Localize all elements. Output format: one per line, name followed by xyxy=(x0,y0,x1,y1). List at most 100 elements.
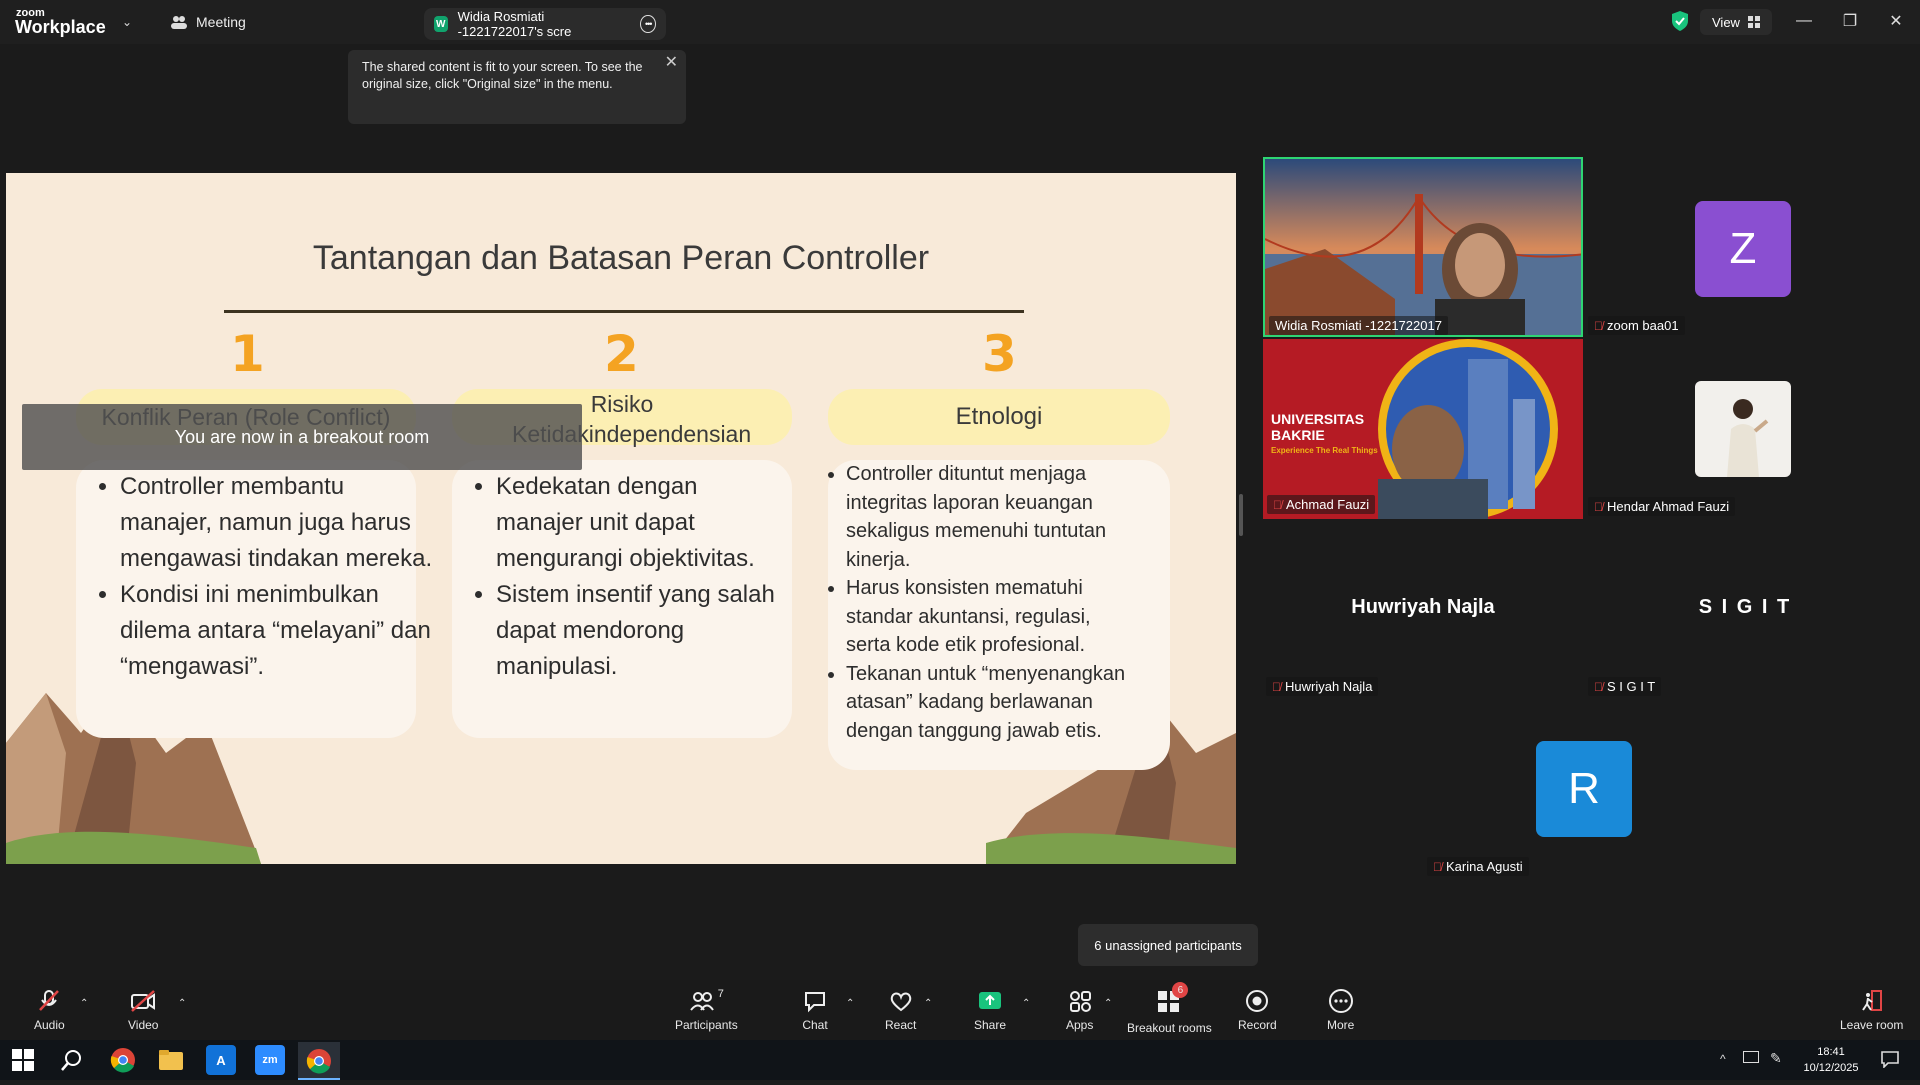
chevron-down-icon[interactable]: ⌄ xyxy=(122,15,132,29)
bullet: Controller dituntut menjaga integritas l… xyxy=(846,460,1128,574)
mic-muted-icon: 🎙̸ xyxy=(1594,499,1603,514)
people-icon xyxy=(171,16,187,29)
file-explorer-icon[interactable] xyxy=(158,1049,184,1071)
participant-name: Huwriyah Najla xyxy=(1285,679,1373,694)
participants-icon xyxy=(689,992,714,1011)
audio-button[interactable]: Audio xyxy=(34,988,65,1032)
more-options-icon[interactable]: ••• xyxy=(640,15,657,33)
mic-muted-icon: 🎙̸ xyxy=(1594,679,1603,694)
participants-button[interactable]: 7 Participants xyxy=(675,988,738,1032)
chat-button[interactable]: Chat xyxy=(802,988,828,1032)
mic-muted-icon: 🎙̸ xyxy=(1273,497,1282,512)
leave-room-button[interactable]: Leave room xyxy=(1840,988,1903,1032)
share-button[interactable]: Share xyxy=(974,988,1006,1032)
clock-time: 18:41 xyxy=(1817,1046,1845,1058)
share-label: Share xyxy=(974,1018,1007,1032)
azure-app-icon[interactable]: A xyxy=(206,1045,236,1075)
column-number-1: 1 xyxy=(230,325,265,383)
meeting-menu-button[interactable]: Meeting xyxy=(170,14,246,30)
leave-room-icon xyxy=(1861,990,1882,1011)
column-bullets-2: Kedekatan dengan manajer unit dapat meng… xyxy=(478,469,788,685)
close-icon[interactable]: ✕ xyxy=(665,54,678,71)
leave-room-label: Leave room xyxy=(1840,1018,1904,1032)
fit-screen-tooltip: The shared content is fit to your screen… xyxy=(348,50,686,124)
chat-label: Chat xyxy=(802,1018,828,1032)
participant-name-zoom-baa01: 🎙̸ zoom baa01 xyxy=(1588,316,1685,335)
breakout-count-badge: 6 xyxy=(1172,982,1189,998)
maximize-icon[interactable]: ❐ xyxy=(1830,8,1870,34)
column-number-3: 3 xyxy=(982,325,1017,383)
tray-chevron-icon[interactable]: ^ xyxy=(1720,1052,1726,1066)
column-heading-3: Etnologi xyxy=(828,389,1170,445)
participant-name: S I G I T xyxy=(1607,679,1656,694)
bullet: Kedekatan dengan manajer unit dapat meng… xyxy=(496,469,788,577)
react-button[interactable]: React xyxy=(885,988,916,1032)
bakrie-line2: BAKRIE xyxy=(1271,427,1325,443)
notifications-icon[interactable] xyxy=(1880,1050,1900,1068)
participant-name: Karina Agusti xyxy=(1446,859,1523,874)
encryption-shield-icon[interactable] xyxy=(1670,10,1690,32)
chat-options-caret-icon[interactable]: ⌃ xyxy=(846,998,854,1009)
record-icon xyxy=(1246,990,1269,1012)
column-number-2: 2 xyxy=(604,325,639,383)
record-button[interactable]: Record xyxy=(1238,988,1277,1032)
apps-button[interactable]: Apps xyxy=(1066,988,1093,1032)
apps-icon xyxy=(1069,991,1091,1012)
screen-share-tab[interactable]: W Widia Rosmiati -1221722017's scre ••• xyxy=(424,8,666,40)
shared-slide: Tantangan dan Batasan Peran Controller 1… xyxy=(6,173,1236,864)
breakout-room-notice: You are now in a breakout room xyxy=(22,404,582,470)
person-photo-icon xyxy=(1727,399,1769,477)
share-options-caret-icon[interactable]: ⌃ xyxy=(1022,998,1030,1009)
mic-muted-icon: 🎙̸ xyxy=(1594,318,1603,333)
grid-view-icon xyxy=(1747,16,1760,28)
meeting-toolbar xyxy=(0,980,1920,1040)
minimize-icon[interactable]: — xyxy=(1784,8,1824,34)
chrome-icon xyxy=(306,1049,331,1074)
panel-resize-handle[interactable] xyxy=(1239,494,1243,536)
avatar-hendar-photo xyxy=(1695,381,1791,477)
active-chrome-taskbar-item[interactable] xyxy=(298,1042,340,1080)
breakout-rooms-button[interactable]: 6 Breakout rooms xyxy=(1127,982,1212,1035)
video-options-caret-icon[interactable]: ⌃ xyxy=(178,998,186,1009)
slide-title: Tantangan dan Batasan Peran Controller xyxy=(312,239,930,277)
audio-options-caret-icon[interactable]: ⌃ xyxy=(80,998,88,1009)
pen-icon[interactable]: ✎ xyxy=(1770,1050,1782,1067)
word-app-icon: W xyxy=(434,16,448,32)
mic-muted-icon: 🎙̸ xyxy=(1433,859,1442,874)
close-window-icon[interactable]: ✕ xyxy=(1876,8,1916,34)
participant-name-hendar: 🎙̸ Hendar Ahmad Fauzi xyxy=(1588,497,1736,516)
taskbar-clock[interactable]: 18:41 10/12/2025 xyxy=(1792,1044,1870,1076)
column-bullets-3: Controller dituntut menjaga integritas l… xyxy=(828,460,1128,745)
share-screen-icon xyxy=(979,992,1002,1009)
windows-start-icon[interactable] xyxy=(12,1049,34,1071)
zoom-taskbar-icon[interactable]: zm xyxy=(255,1045,285,1075)
bullet: Sistem insentif yang salah dapat mendoro… xyxy=(496,577,788,685)
heart-icon xyxy=(890,992,911,1012)
more-button[interactable]: More xyxy=(1327,988,1354,1032)
participant-tile-widia[interactable]: Widia Rosmiati -1221722017 xyxy=(1263,157,1583,337)
view-label: View xyxy=(1712,14,1740,30)
participant-name-karina: 🎙̸ Karina Agusti xyxy=(1427,857,1529,876)
title-divider xyxy=(224,310,1024,313)
search-icon[interactable] xyxy=(60,1048,84,1072)
avatar-zoom-baa01: Z xyxy=(1695,201,1791,297)
participant-name-huwriyah: 🎙̸ Huwriyah Najla xyxy=(1266,677,1379,696)
view-button[interactable]: View xyxy=(1700,9,1772,35)
participant-tile-achmad[interactable]: UNIVERSITAS BAKRIE Experience The Real T… xyxy=(1263,339,1583,519)
network-icon[interactable] xyxy=(1743,1051,1759,1063)
windows-taskbar xyxy=(0,1040,1920,1080)
participants-count: 7 xyxy=(717,988,724,1000)
chrome-icon[interactable] xyxy=(110,1047,136,1073)
chat-icon xyxy=(805,992,825,1013)
video-off-icon xyxy=(131,990,156,1012)
bakrie-tagline: Experience The Real Things xyxy=(1271,446,1378,455)
apps-options-caret-icon[interactable]: ⌃ xyxy=(1104,998,1112,1009)
participant-display-name-huwriyah: Huwriyah Najla xyxy=(1351,596,1495,618)
participant-name-sigit: 🎙̸ S I G I T xyxy=(1588,677,1662,696)
video-button[interactable]: Video xyxy=(128,988,158,1032)
share-tab-label: Widia Rosmiati -1221722017's scre xyxy=(457,9,572,39)
more-label: More xyxy=(1327,1018,1355,1032)
react-options-caret-icon[interactable]: ⌃ xyxy=(924,998,932,1009)
column-bullets-1: Controller membantu manajer, namun juga … xyxy=(102,469,442,685)
zoom-workplace-logo[interactable]: Workplace xyxy=(15,17,106,38)
